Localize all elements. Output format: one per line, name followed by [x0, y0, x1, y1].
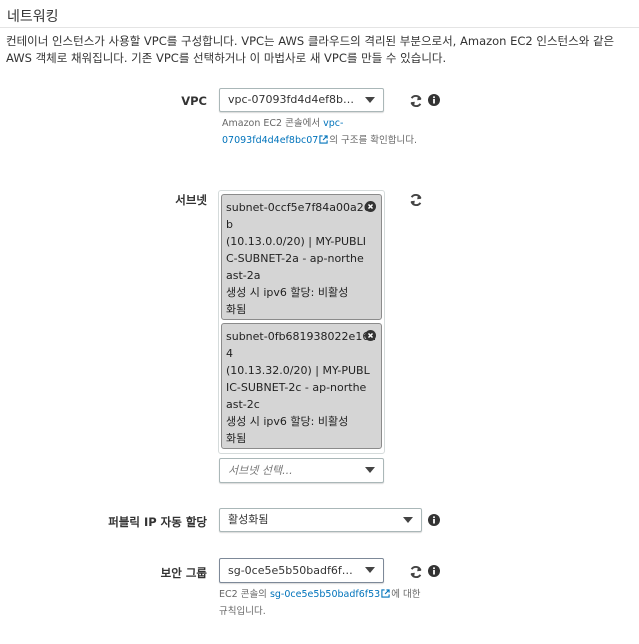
external-link-icon — [381, 589, 390, 598]
security-group-select-value: sg-0ce5e5b50badf6f53 ... — [228, 564, 359, 577]
section-divider — [0, 27, 639, 28]
security-group-help-text: EC2 콘솔의 sg-0ce5e5b50badf6f53 에 대한 규칙입니다. — [219, 589, 421, 617]
subnet-select-placeholder: 서브넷 선택... — [228, 464, 293, 477]
vpc-help-text: Amazon EC2 콘솔에서 vpc- 07093fd4d4ef8bc07 의 … — [222, 118, 418, 146]
public-ip-label: 퍼블릭 IP 자동 할당 — [108, 515, 207, 529]
security-group-label: 보안 그룹 — [160, 566, 207, 580]
chevron-down-icon — [365, 97, 375, 103]
external-link-icon — [319, 135, 328, 144]
public-ip-select[interactable]: 활성화됨 — [219, 508, 422, 532]
info-icon[interactable] — [428, 94, 440, 106]
info-icon[interactable] — [428, 565, 440, 577]
refresh-icon[interactable] — [409, 565, 423, 579]
refresh-icon[interactable] — [409, 193, 423, 207]
chevron-down-icon — [365, 567, 375, 573]
vpc-select[interactable]: vpc-07093fd4d4ef8bc07... — [219, 88, 384, 112]
security-group-console-link[interactable]: sg-0ce5e5b50badf6f53 — [270, 589, 380, 600]
subnet-label: 서브넷 — [175, 193, 207, 207]
close-icon[interactable] — [365, 330, 376, 341]
subnet-select[interactable]: 서브넷 선택... — [219, 458, 384, 483]
info-icon[interactable] — [428, 514, 440, 526]
public-ip-select-value: 활성화됨 — [228, 513, 269, 526]
chevron-down-icon — [403, 517, 413, 523]
section-description: 컨테이너 인스턴스가 사용할 VPC를 구성합니다. VPC는 AWS 클라우드… — [6, 34, 615, 65]
vpc-console-link-cont[interactable]: 07093fd4d4ef8bc07 — [222, 135, 318, 146]
vpc-label: VPC — [181, 94, 207, 108]
vpc-select-value: vpc-07093fd4d4ef8bc07... — [228, 93, 359, 106]
subnet-token: subnet-0ccf5e7f84a00a26 b (10.13.0.0/20)… — [221, 194, 382, 320]
chevron-down-icon — [365, 467, 375, 473]
section-title: 네트워킹 — [7, 9, 59, 25]
subnet-token: subnet-0fb681938022e16a 4 (10.13.32.0/20… — [221, 323, 382, 449]
vpc-console-link[interactable]: vpc- — [323, 118, 343, 129]
refresh-icon[interactable] — [409, 94, 423, 108]
security-group-select[interactable]: sg-0ce5e5b50badf6f53 ... — [219, 558, 384, 583]
close-icon[interactable] — [365, 201, 376, 212]
